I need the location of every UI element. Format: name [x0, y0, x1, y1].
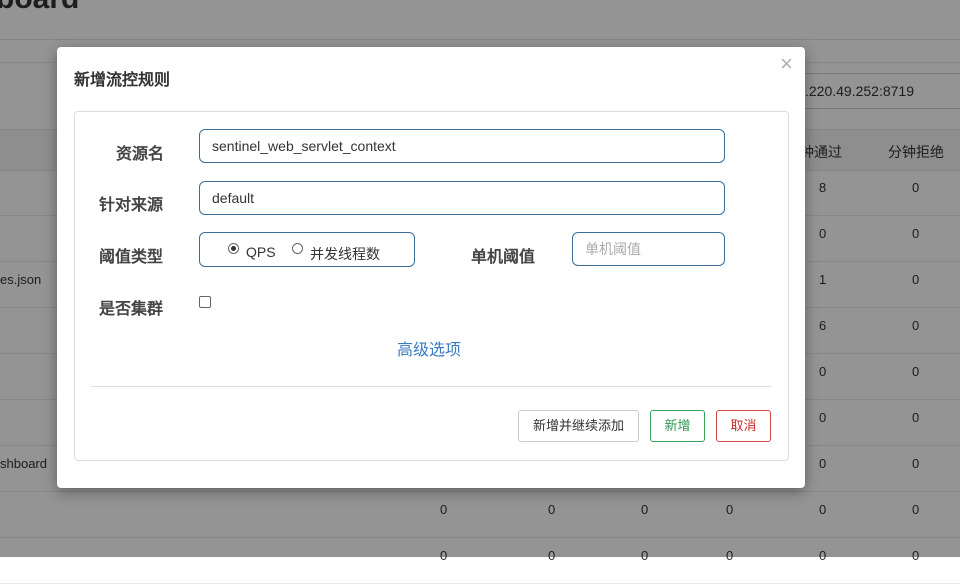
cancel-button[interactable]: 取消 — [716, 410, 771, 442]
add-flow-rule-dialog: 新增流控规则 × 资源名 针对来源 阈值类型 QPS 并发线程数 单机阈值 是否… — [57, 47, 805, 488]
threshold-type-radio-group: QPS 并发线程数 — [199, 232, 415, 267]
source-label: 针对来源 — [99, 197, 164, 214]
cluster-checkbox[interactable] — [199, 296, 211, 308]
thread-count-radio-label[interactable]: 并发线程数 — [310, 244, 380, 264]
thread-count-radio[interactable] — [292, 243, 303, 254]
add-and-continue-button[interactable]: 新增并继续添加 — [518, 410, 639, 442]
advanced-options-link[interactable]: 高级选项 — [397, 336, 461, 360]
resource-name-input[interactable] — [199, 129, 725, 163]
qps-radio[interactable] — [228, 243, 239, 254]
resource-name-label: 资源名 — [116, 146, 165, 163]
threshold-type-label: 阈值类型 — [99, 249, 164, 266]
add-button[interactable]: 新增 — [650, 410, 705, 442]
dialog-title: 新增流控规则 — [74, 72, 171, 89]
single-threshold-label: 单机阈值 — [471, 249, 536, 266]
single-threshold-input[interactable] — [572, 232, 725, 266]
cluster-label: 是否集群 — [99, 301, 164, 318]
close-icon[interactable]: × — [780, 53, 793, 75]
source-input[interactable] — [199, 181, 725, 215]
form-panel: 资源名 针对来源 阈值类型 QPS 并发线程数 单机阈值 是否集群 高级选项 新… — [74, 111, 789, 461]
qps-radio-label[interactable]: QPS — [246, 244, 276, 260]
form-divider — [91, 386, 771, 387]
